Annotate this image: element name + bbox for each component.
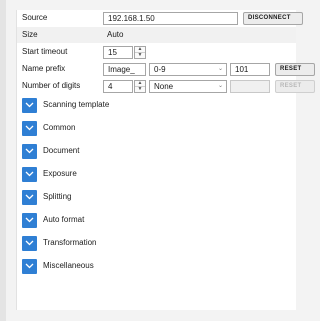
chevron-down-icon: ⌄ [217, 83, 223, 89]
spinner-down-icon[interactable]: ▼ [135, 53, 145, 58]
name-prefix-input[interactable]: Image_ [103, 63, 146, 76]
start-timeout-row: Start timeout 15 ▲ ▼ [17, 44, 296, 60]
start-number-input[interactable]: 101 [230, 63, 270, 76]
charset-value: 0-9 [154, 65, 166, 74]
section-miscellaneous[interactable]: Miscellaneous [17, 255, 296, 277]
size-row: Size Auto [17, 27, 296, 43]
start-timeout-spinner[interactable]: ▲ ▼ [134, 46, 146, 59]
padding-select[interactable]: None ⌄ [149, 80, 227, 93]
section-label: Scanning template [43, 100, 110, 109]
chevron-down-icon[interactable] [22, 144, 37, 159]
number-of-digits-label: Number of digits [22, 81, 81, 90]
disconnect-button[interactable]: DISCONNECT [243, 12, 303, 25]
section-label: Transformation [43, 238, 97, 247]
padding-value: None [154, 82, 174, 91]
disabled-field [230, 80, 270, 93]
number-of-digits-row: Number of digits 4 ▲ ▼ None ⌄ RESET [17, 78, 315, 94]
charset-select[interactable]: 0-9 ⌄ [149, 63, 227, 76]
section-auto-format[interactable]: Auto format [17, 209, 296, 231]
section-document[interactable]: Document [17, 140, 296, 162]
source-row: Source 192.168.1.50 DISCONNECT [17, 10, 303, 26]
section-common[interactable]: Common [17, 117, 296, 139]
section-label: Document [43, 146, 80, 155]
number-of-digits-spinner[interactable]: ▲ ▼ [134, 80, 146, 93]
section-label: Auto format [43, 215, 85, 224]
number-of-digits-input[interactable]: 4 [103, 80, 133, 93]
reset-button[interactable]: RESET [275, 63, 315, 76]
chevron-down-icon[interactable] [22, 190, 37, 205]
section-splitting[interactable]: Splitting [17, 186, 296, 208]
section-label: Splitting [43, 192, 72, 201]
section-label: Exposure [43, 169, 77, 178]
chevron-down-icon[interactable] [22, 259, 37, 274]
chevron-down-icon[interactable] [22, 167, 37, 182]
chevron-down-icon[interactable] [22, 213, 37, 228]
section-label: Common [43, 123, 76, 132]
left-rail [0, 0, 6, 321]
source-label: Source [22, 13, 48, 22]
chevron-down-icon[interactable] [22, 236, 37, 251]
source-field[interactable]: 192.168.1.50 [103, 12, 238, 25]
chevron-down-icon[interactable] [22, 121, 37, 136]
chevron-down-icon: ⌄ [217, 66, 223, 72]
section-transformation[interactable]: Transformation [17, 232, 296, 254]
reset-button-disabled: RESET [275, 80, 315, 93]
settings-panel: Source 192.168.1.50 DISCONNECT Size Auto… [16, 10, 315, 310]
name-prefix-label: Name prefix [22, 64, 66, 73]
name-prefix-row: Name prefix Image_ 0-9 ⌄ 101 RESET [17, 61, 315, 77]
size-label: Size [22, 30, 38, 39]
section-exposure[interactable]: Exposure [17, 163, 296, 185]
chevron-down-icon[interactable] [22, 98, 37, 113]
section-scanning-template[interactable]: Scanning template [17, 94, 296, 116]
spinner-down-icon[interactable]: ▼ [135, 87, 145, 92]
size-value[interactable]: Auto [104, 29, 224, 42]
section-label: Miscellaneous [43, 261, 94, 270]
start-timeout-label: Start timeout [22, 47, 68, 56]
start-timeout-input[interactable]: 15 [103, 46, 133, 59]
